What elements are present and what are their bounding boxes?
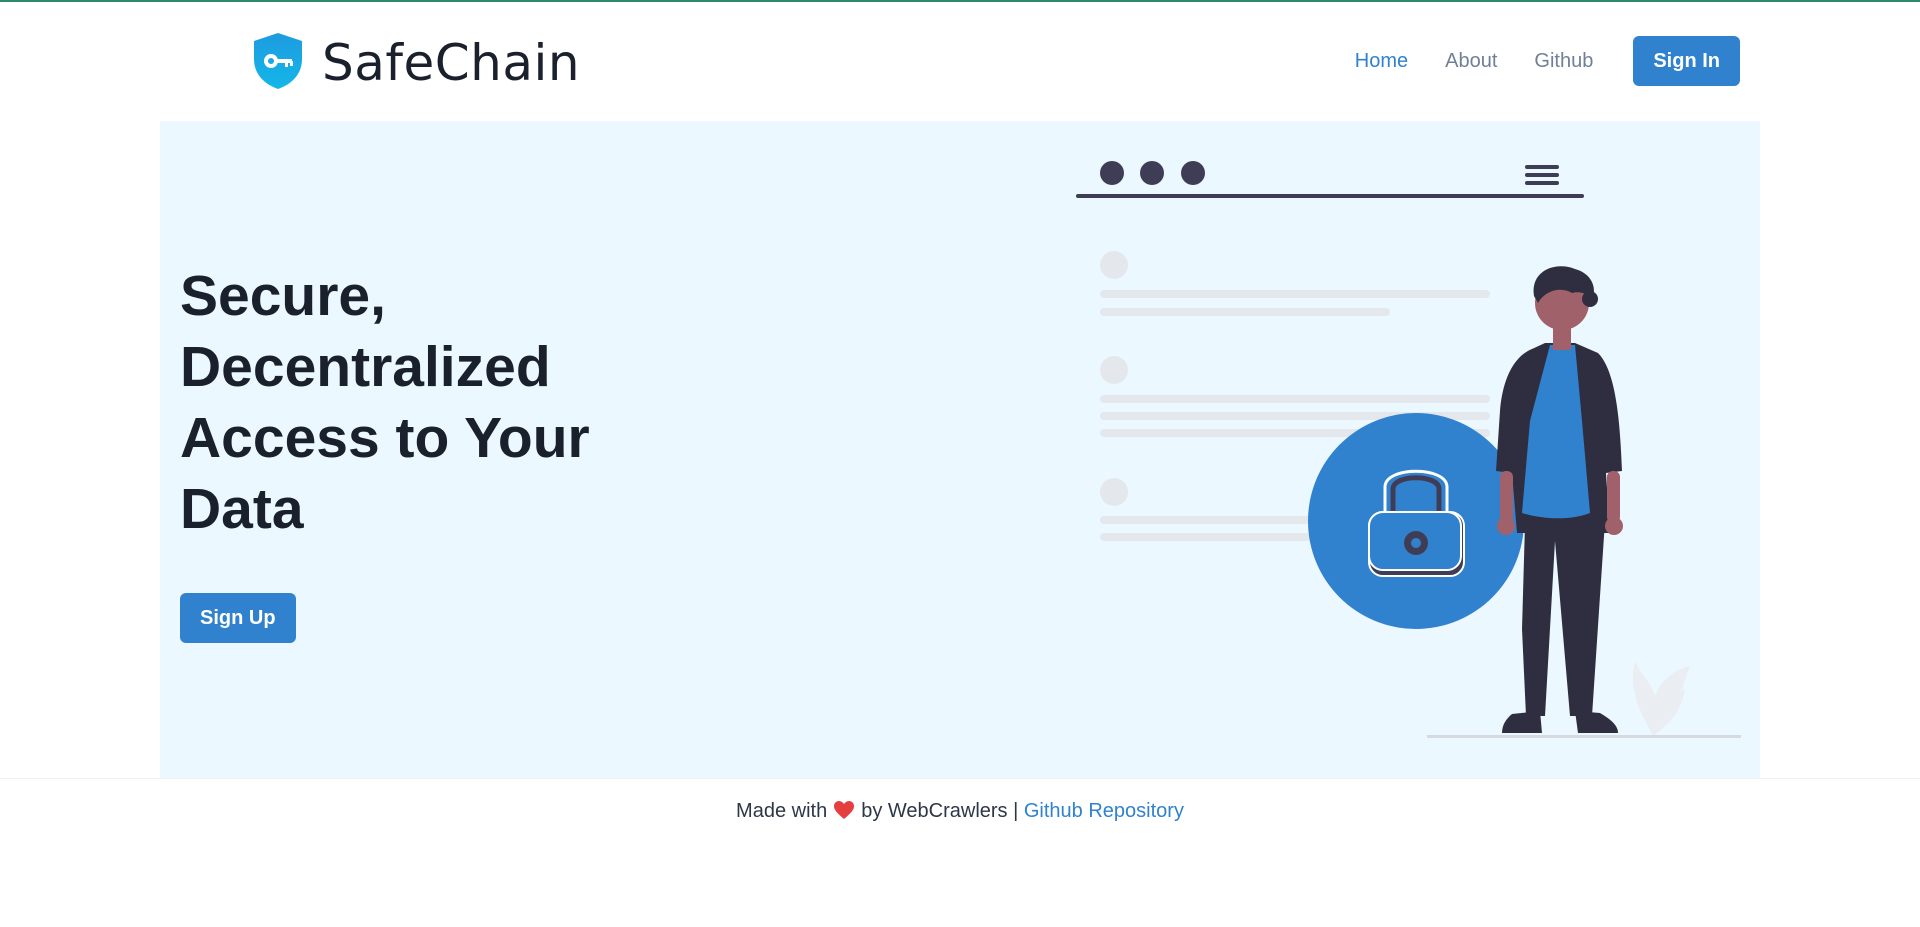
ground-line xyxy=(1427,735,1741,738)
padlock-icon xyxy=(1308,413,1524,629)
footer-divider xyxy=(0,778,1920,779)
person-figure xyxy=(1496,266,1623,733)
navbar: SafeChain Home About Github Sign In xyxy=(0,2,1920,120)
browser-window-mockup xyxy=(1076,161,1584,198)
person-padlock-illustration xyxy=(1076,161,1741,738)
shield-key-icon xyxy=(252,31,304,96)
plant-decoration xyxy=(1632,661,1690,736)
footer: Made with by WebCrawlers | Github Reposit… xyxy=(0,800,1920,826)
brand-name: SafeChain xyxy=(322,34,581,92)
footer-made-with: Made with xyxy=(736,800,828,822)
heart-icon xyxy=(833,800,855,826)
brand-logo-link[interactable]: SafeChain xyxy=(252,30,580,96)
nav-link-home[interactable]: Home xyxy=(1355,50,1408,73)
footer-by-text: by WebCrawlers | xyxy=(861,800,1019,822)
nav-links: Home About Github Sign In xyxy=(1318,36,1740,86)
github-repository-link[interactable]: Github Repository xyxy=(1024,800,1184,822)
sign-in-button[interactable]: Sign In xyxy=(1633,36,1740,86)
hero-section: Secure, Decentralized Access to Your Dat… xyxy=(160,121,1760,778)
nav-link-github[interactable]: Github xyxy=(1534,50,1593,73)
nav-link-about[interactable]: About xyxy=(1445,50,1497,73)
